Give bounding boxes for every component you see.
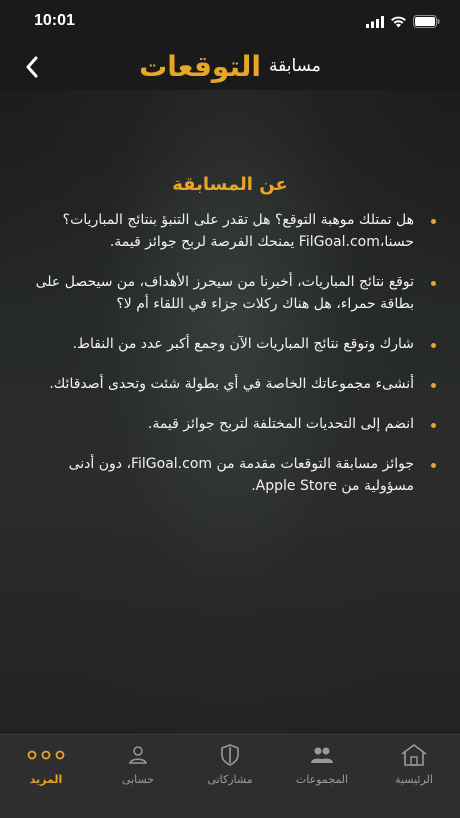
bullet-icon xyxy=(431,423,436,428)
list-item: أنشىء مجموعاتك الخاصة في أي بطولة شئت وت… xyxy=(26,373,438,395)
status-icons xyxy=(366,13,440,32)
battery-icon xyxy=(413,13,440,32)
list-item-text: توقع نتائج المباريات، أخبرنا من سيحرز ال… xyxy=(35,274,414,312)
about-list: هل تمتلك موهبة التوقع؟ هل تقدر على التنب… xyxy=(0,209,460,497)
tab-my-entries[interactable]: مشاركاتى xyxy=(184,735,276,818)
status-time: 10:01 xyxy=(34,12,75,29)
logo-title-small: مسابقة xyxy=(269,56,321,76)
tab-account[interactable]: حسابى xyxy=(92,735,184,818)
status-bar: 10:01 xyxy=(0,0,460,44)
bullet-icon xyxy=(431,281,436,286)
list-item: انضم إلى التحديات المختلفة لتربح جوائز ق… xyxy=(26,413,438,435)
tab-label: مشاركاتى xyxy=(207,773,253,786)
tab-more[interactable]: المزيد xyxy=(0,735,92,818)
tab-groups[interactable]: المجموعات xyxy=(276,735,368,818)
signal-icon xyxy=(366,13,384,32)
app-logo: مسابقة التوقعات xyxy=(120,48,340,84)
logo-title-big: التوقعات xyxy=(139,49,261,83)
bullet-icon xyxy=(431,219,436,224)
chevron-left-icon xyxy=(26,56,38,78)
bullet-icon xyxy=(431,383,436,388)
wifi-icon xyxy=(390,13,407,32)
list-item-text: جوائز مسابقة التوقعات مقدمة من FilGoal.c… xyxy=(68,456,414,494)
about-title: عن المسابقة xyxy=(172,174,288,195)
bullet-icon xyxy=(431,343,436,348)
list-item: هل تمتلك موهبة التوقع؟ هل تقدر على التنب… xyxy=(26,209,438,253)
list-item-text: شارك وتوقع نتائج المباريات الآن وجمع أكب… xyxy=(72,336,414,352)
list-item: توقع نتائج المباريات، أخبرنا من سيحرز ال… xyxy=(26,271,438,315)
tab-label: الرئيسية xyxy=(395,773,433,786)
tab-label: المجموعات xyxy=(295,773,349,786)
back-button[interactable] xyxy=(18,52,46,82)
tab-bar: المزيد حسابى مشاركاتى المجموعات الرئيسية xyxy=(0,734,460,818)
tab-home[interactable]: الرئيسية xyxy=(368,735,460,818)
tab-label: حسابى xyxy=(121,773,155,786)
bullet-icon xyxy=(431,463,436,468)
list-item-text: أنشىء مجموعاتك الخاصة في أي بطولة شئت وت… xyxy=(49,376,414,392)
list-item: جوائز مسابقة التوقعات مقدمة من FilGoal.c… xyxy=(26,453,438,497)
app-header: مسابقة التوقعات xyxy=(0,44,460,90)
user-icon xyxy=(128,743,148,767)
about-section: عن المسابقة هل تمتلك موهبة التوقع؟ هل تق… xyxy=(0,150,460,515)
list-item: شارك وتوقع نتائج المباريات الآن وجمع أكب… xyxy=(26,333,438,355)
shield-icon xyxy=(221,743,239,767)
more-icon xyxy=(27,743,65,767)
tab-label: المزيد xyxy=(29,773,63,786)
list-item-text: انضم إلى التحديات المختلفة لتربح جوائز ق… xyxy=(147,416,414,432)
home-icon xyxy=(400,743,428,767)
list-item-text: هل تمتلك موهبة التوقع؟ هل تقدر على التنب… xyxy=(62,212,414,250)
groups-icon xyxy=(310,743,334,767)
